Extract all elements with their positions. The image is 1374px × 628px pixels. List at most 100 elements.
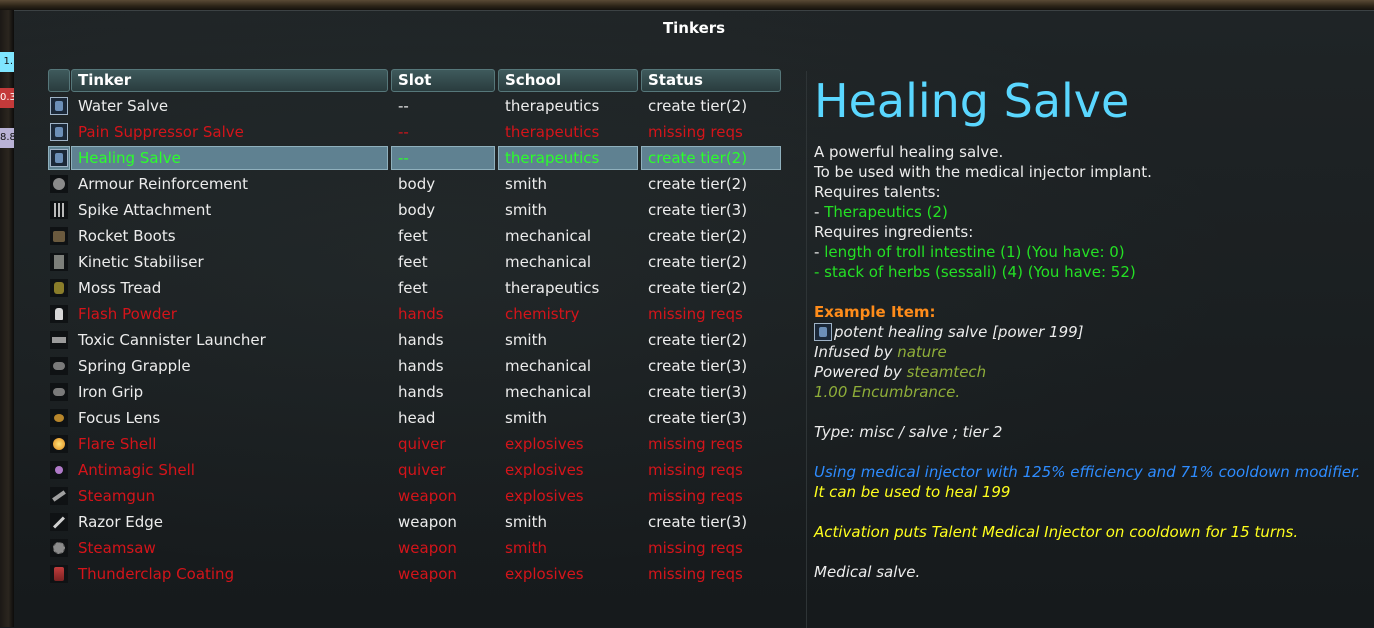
tinker-school: mechanical	[505, 227, 592, 245]
tinker-status: create tier(2)	[648, 227, 748, 245]
tinker-row[interactable]: Armour Reinforcement body smith create tier…	[46, 172, 781, 196]
antimagic-shell-icon	[50, 461, 68, 479]
spring-grapple-icon	[50, 357, 68, 375]
powered-value: steamtech	[906, 363, 987, 381]
tinker-status: create tier(2)	[648, 97, 748, 115]
tinker-row[interactable]: Steamgun weapon explosives missing reqs	[46, 484, 781, 508]
flash-powder-icon	[50, 305, 68, 323]
tinker-slot: weapon	[398, 513, 457, 531]
header-icon-column[interactable]	[48, 69, 70, 92]
activation-cooldown: Activation puts Talent Medical Injector …	[814, 523, 1299, 541]
tinker-status: create tier(2)	[648, 331, 748, 349]
tinker-row[interactable]: Flash Powder hands chemistry missing reqs	[46, 302, 781, 326]
tinker-status: missing reqs	[648, 305, 743, 323]
tinker-school: chemistry	[505, 305, 580, 323]
tinker-slot: weapon	[398, 539, 457, 557]
tinker-row[interactable]: Iron Grip hands mechanical create tier(3)	[46, 380, 781, 404]
tinker-name: Moss Tread	[78, 279, 162, 297]
thunderclap-coating-icon	[50, 565, 68, 583]
header-school[interactable]: School	[498, 69, 638, 92]
tinker-row[interactable]: Focus Lens head smith create tier(3)	[46, 406, 781, 430]
tinker-slot: head	[398, 409, 436, 427]
tinker-status: missing reqs	[648, 539, 743, 557]
steamsaw-icon	[50, 539, 68, 557]
requires-ingredients-label: Requires ingredients:	[814, 223, 974, 241]
steamgun-icon	[50, 487, 68, 505]
healing-salve-icon	[50, 149, 68, 167]
example-item-name: potent healing salve [power 199]	[834, 323, 1084, 341]
left-status-tag-3: 8.8	[0, 128, 14, 148]
tinker-status: create tier(3)	[648, 409, 748, 427]
tinker-name: Flare Shell	[78, 435, 157, 453]
tinker-slot: hands	[398, 357, 444, 375]
tinker-row[interactable]: Water Salve -- therapeutics create tier(2)	[46, 94, 781, 118]
tinker-status: create tier(2)	[648, 253, 748, 271]
water-salve-icon	[50, 97, 68, 115]
requires-talents-label: Requires talents:	[814, 183, 941, 201]
kinetic-stabiliser-icon	[50, 253, 68, 271]
tinker-row[interactable]: Razor Edge weapon smith create tier(3)	[46, 510, 781, 534]
tinker-row[interactable]: Spring Grapple hands mechanical create tier…	[46, 354, 781, 378]
tinker-slot: hands	[398, 305, 444, 323]
required-talent: - Therapeutics (2)	[814, 202, 948, 222]
tinker-school: smith	[505, 513, 547, 531]
window-frame-top	[0, 0, 1374, 10]
infused-line: Infused by nature	[814, 342, 947, 362]
tinker-name: Antimagic Shell	[78, 461, 195, 479]
tinker-row[interactable]: Pain Suppressor Salve -- therapeutics missi…	[46, 120, 781, 144]
item-flavor: Medical salve.	[814, 563, 921, 581]
tinker-school: therapeutics	[505, 97, 600, 115]
tinker-status: create tier(3)	[648, 513, 748, 531]
panel-divider	[806, 71, 807, 628]
flare-shell-icon	[50, 435, 68, 453]
tinker-row[interactable]: Antimagic Shell quiver explosives missing r…	[46, 458, 781, 482]
tinker-school: therapeutics	[505, 149, 600, 167]
tinker-school: explosives	[505, 435, 584, 453]
tinker-status: create tier(3)	[648, 357, 748, 375]
talent-bullet: -	[814, 203, 825, 221]
tinker-name: Kinetic Stabiliser	[78, 253, 204, 271]
tinker-row[interactable]: Healing Salve -- therapeutics create tier(2…	[46, 146, 781, 170]
tinker-slot: quiver	[398, 461, 446, 479]
header-tinker[interactable]: Tinker	[71, 69, 388, 92]
tinker-name: Thunderclap Coating	[78, 565, 235, 583]
tinker-status: create tier(2)	[648, 279, 748, 297]
left-status-tag-1: 1.	[0, 52, 14, 72]
usage-efficiency: Using medical injector with 125% efficie…	[814, 463, 1361, 481]
tinker-school: mechanical	[505, 253, 592, 271]
armour-reinforcement-icon	[50, 175, 68, 193]
tinker-slot: --	[398, 149, 409, 167]
tinker-slot: body	[398, 175, 436, 193]
tinker-row[interactable]: Moss Tread feet therapeutics create tier(2)	[46, 276, 781, 300]
tinker-school: mechanical	[505, 383, 592, 401]
tinker-row[interactable]: Toxic Cannister Launcher hands smith create…	[46, 328, 781, 352]
spike-attachment-icon	[50, 201, 68, 219]
tinker-row[interactable]: Spike Attachment body smith create tier(3)	[46, 198, 781, 222]
tinker-slot: hands	[398, 331, 444, 349]
encumbrance: 1.00 Encumbrance.	[814, 383, 961, 401]
header-slot[interactable]: Slot	[391, 69, 495, 92]
tinker-status: create tier(2)	[648, 175, 748, 193]
tinker-row[interactable]: Flare Shell quiver explosives missing reqs	[46, 432, 781, 456]
powered-line: Powered by steamtech	[814, 362, 986, 382]
iron-grip-icon	[50, 383, 68, 401]
tinker-row[interactable]: Kinetic Stabiliser feet mechanical create t…	[46, 250, 781, 274]
tinker-name: Spring Grapple	[78, 357, 191, 375]
tinker-slot: hands	[398, 383, 444, 401]
moss-tread-icon	[50, 279, 68, 297]
example-item[interactable]: potent healing salve [power 199]	[814, 322, 1084, 342]
detail-description-1: A powerful healing salve.	[814, 143, 1004, 161]
left-status-tag-2: 0.3	[0, 88, 14, 108]
tinker-name: Flash Powder	[78, 305, 177, 323]
tinker-row[interactable]: Rocket Boots feet mechanical create tier(2)	[46, 224, 781, 248]
tinker-name: Rocket Boots	[78, 227, 176, 245]
tinker-slot: weapon	[398, 565, 457, 583]
tinker-school: mechanical	[505, 357, 592, 375]
tinker-row[interactable]: Steamsaw weapon smith missing reqs	[46, 536, 781, 560]
tinker-row[interactable]: Thunderclap Coating weapon explosives missi…	[46, 562, 781, 586]
detail-title: Healing Salve	[814, 74, 1130, 128]
header-status[interactable]: Status	[641, 69, 781, 92]
tinker-status: missing reqs	[648, 435, 743, 453]
pain-suppressor-salve-icon	[50, 123, 68, 141]
tinker-slot: feet	[398, 253, 428, 271]
